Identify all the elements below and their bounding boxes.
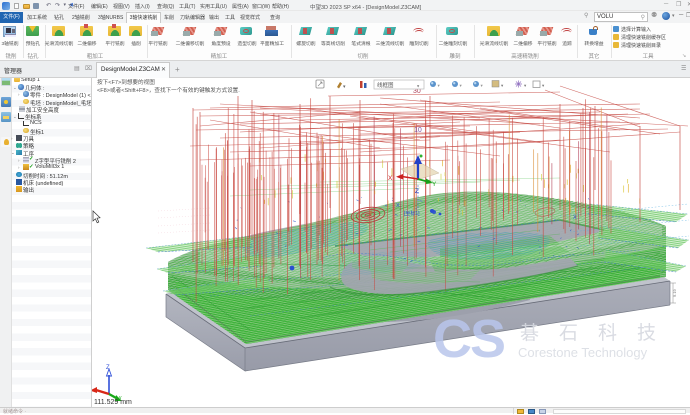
svg-text:Y: Y (432, 181, 437, 188)
svg-text:▾: ▾ (438, 83, 441, 88)
svg-text:▾: ▾ (524, 83, 527, 88)
svg-text:9.19: 9.19 (672, 288, 677, 297)
svg-text:▾: ▾ (460, 83, 463, 88)
svg-text:[坐标1]: [坐标1] (404, 210, 420, 217)
svg-text:X: X (388, 175, 393, 182)
svg-text:▾: ▾ (343, 84, 346, 90)
svg-text:X: X (573, 215, 577, 221)
svg-text:按下<F7>到想要的视图: 按下<F7>到想要的视图 (97, 78, 155, 86)
svg-text:X: X (396, 203, 400, 209)
svg-text:碁石科技: 碁石科技 (520, 322, 676, 344)
svg-text:Corestone Technology: Corestone Technology (518, 345, 648, 360)
svg-text:111.529 mm: 111.529 mm (94, 399, 132, 406)
svg-text:Z: Z (106, 365, 110, 371)
svg-text:<F8>或者<Shift+F8>，查找下一个有效的键触发方式: <F8>或者<Shift+F8>，查找下一个有效的键触发方式设置. (97, 86, 240, 94)
svg-text:▾: ▾ (481, 83, 484, 88)
svg-text:▾: ▾ (542, 83, 545, 88)
svg-text:Z: Z (415, 188, 419, 195)
svg-text:线框图: 线框图 (377, 81, 394, 89)
svg-text:10: 10 (414, 127, 422, 134)
svg-text:CS: CS (433, 309, 504, 369)
svg-text:▾: ▾ (501, 83, 504, 88)
